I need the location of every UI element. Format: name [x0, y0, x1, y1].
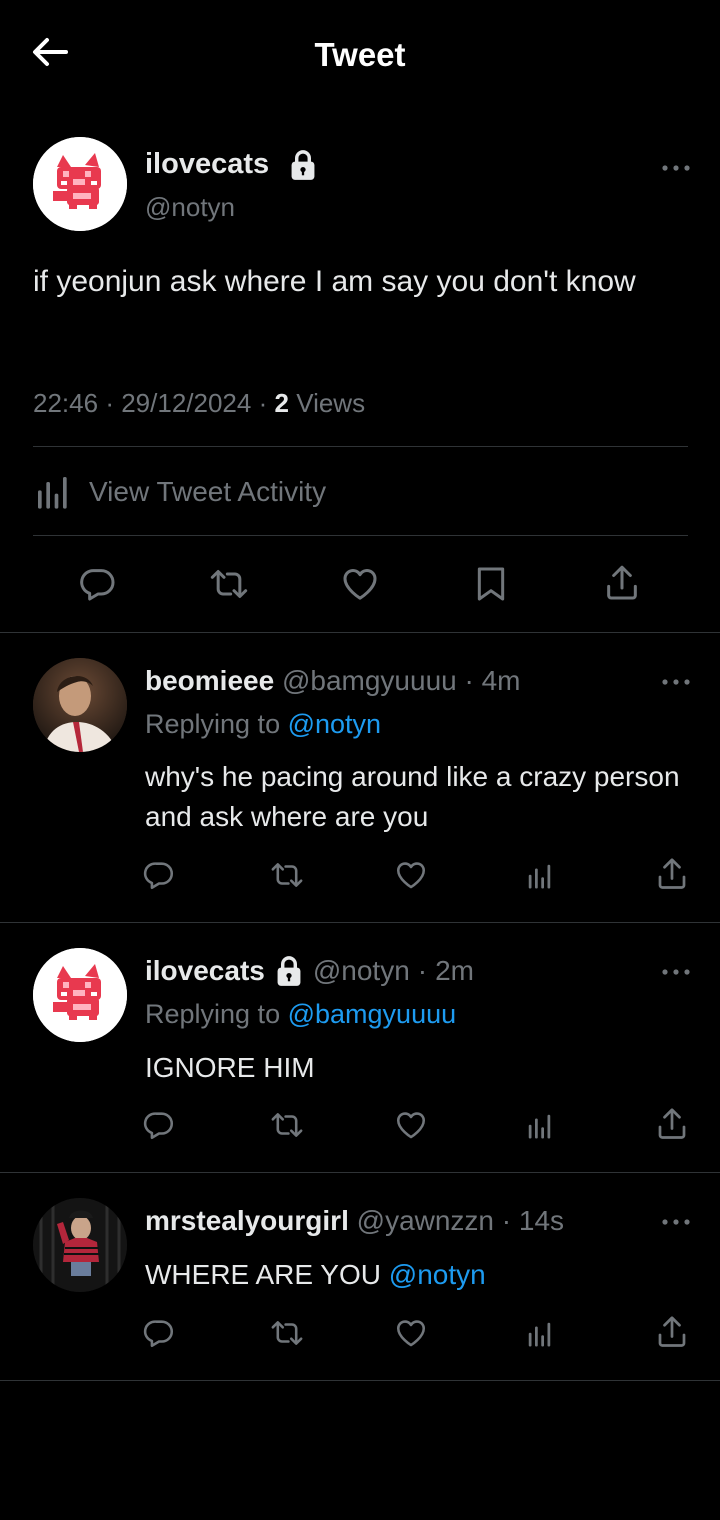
lock-icon: [275, 955, 303, 987]
tweet-text: IGNORE HIM: [145, 1052, 315, 1083]
avatar[interactable]: [33, 137, 127, 231]
views-label: Views: [296, 388, 366, 418]
meta-dot: ·: [501, 1205, 512, 1236]
bar-chart-icon[interactable]: [525, 1318, 555, 1350]
tweet-time: 22:46: [33, 388, 99, 418]
tweet-text-body: WHERE ARE YOU: [145, 1259, 381, 1290]
share-icon[interactable]: [654, 1106, 690, 1142]
activity-label: View Tweet Activity: [89, 476, 327, 507]
page-title: Tweet: [314, 36, 406, 73]
tweet-text: WHERE ARE YOU @notyn: [145, 1255, 685, 1295]
view-tweet-activity-button[interactable]: View Tweet Activity: [33, 470, 326, 514]
divider: [0, 632, 720, 633]
heart-icon[interactable]: [394, 1316, 428, 1350]
tweet-meta: 22:46 · 29/12/2024 · 2 Views: [33, 388, 365, 419]
lock-icon: [289, 149, 317, 181]
more-horizontal-icon[interactable]: [661, 1217, 691, 1227]
meta-dot: ·: [417, 955, 428, 986]
divider: [33, 535, 688, 536]
replying-to: Replying to @bamgyuuuu: [145, 999, 456, 1030]
avatar[interactable]: [33, 948, 127, 1042]
comment-icon[interactable]: [142, 1108, 176, 1142]
user-photo-avatar: [33, 1198, 127, 1292]
share-icon[interactable]: [654, 856, 690, 892]
bar-chart-icon[interactable]: [525, 1110, 555, 1142]
comment-icon[interactable]: [78, 564, 118, 604]
divider: [0, 922, 720, 923]
retweet-icon[interactable]: [269, 1316, 305, 1350]
more-horizontal-icon[interactable]: [661, 967, 691, 977]
replying-to: Replying to @notyn: [145, 709, 381, 740]
views-count: 2: [274, 388, 289, 418]
comment-icon[interactable]: [142, 1316, 176, 1350]
more-horizontal-icon[interactable]: [661, 677, 691, 687]
heart-icon[interactable]: [394, 858, 428, 892]
share-icon[interactable]: [602, 562, 642, 604]
meta-dot: ·: [464, 665, 474, 696]
reply-header: mrstealyourgirl @yawnzzn · 14s: [145, 1205, 564, 1237]
display-name[interactable]: mrstealyourgirl: [145, 1205, 349, 1236]
bar-chart-icon[interactable]: [525, 860, 555, 892]
heart-icon[interactable]: [340, 564, 380, 604]
user-handle[interactable]: @notyn: [313, 955, 410, 987]
display-name[interactable]: ilovecats: [145, 148, 269, 181]
cat-avatar-image: [33, 137, 127, 231]
bar-chart-icon: [33, 472, 73, 512]
replying-prefix: Replying to: [145, 709, 281, 739]
more-horizontal-icon[interactable]: [661, 163, 691, 173]
share-icon[interactable]: [654, 1314, 690, 1350]
reply-header: ilovecats @notyn · 2m: [145, 955, 474, 987]
comment-icon[interactable]: [142, 858, 176, 892]
retweet-icon[interactable]: [269, 1108, 305, 1142]
avatar[interactable]: [33, 658, 127, 752]
display-name[interactable]: ilovecats: [145, 955, 265, 987]
tweet-age: 2m: [435, 955, 475, 986]
cat-avatar-image: [33, 948, 127, 1042]
divider: [0, 1380, 720, 1381]
user-handle[interactable]: @yawnzzn: [357, 1205, 494, 1236]
mention-link[interactable]: @notyn: [288, 709, 381, 739]
meta-dot: ·: [105, 388, 114, 418]
tweet-text: why's he pacing around like a crazy pers…: [145, 761, 680, 832]
user-handle[interactable]: @bamgyuuuu: [282, 665, 457, 696]
divider: [0, 1172, 720, 1173]
tweet-age: 14s: [518, 1205, 565, 1236]
tweet-date: 29/12/2024: [121, 388, 252, 418]
retweet-icon[interactable]: [207, 564, 251, 604]
retweet-icon[interactable]: [269, 858, 305, 892]
tweet-text: if yeonjun ask where I am say you don't …: [33, 265, 636, 298]
reply-header: beomieee @bamgyuuuu · 4m: [145, 665, 521, 697]
user-photo-avatar: [33, 658, 127, 752]
mention-link[interactable]: @bamgyuuuu: [288, 999, 457, 1029]
meta-dot: ·: [258, 388, 268, 418]
heart-icon[interactable]: [394, 1108, 428, 1142]
tweet-age: 4m: [481, 665, 521, 696]
display-name[interactable]: beomieee: [145, 665, 274, 696]
user-handle[interactable]: @notyn: [145, 192, 235, 223]
avatar[interactable]: [33, 1198, 127, 1292]
divider: [33, 446, 688, 447]
replying-prefix: Replying to: [145, 999, 281, 1029]
bookmark-icon[interactable]: [471, 564, 511, 604]
mention-link[interactable]: @notyn: [389, 1259, 486, 1290]
